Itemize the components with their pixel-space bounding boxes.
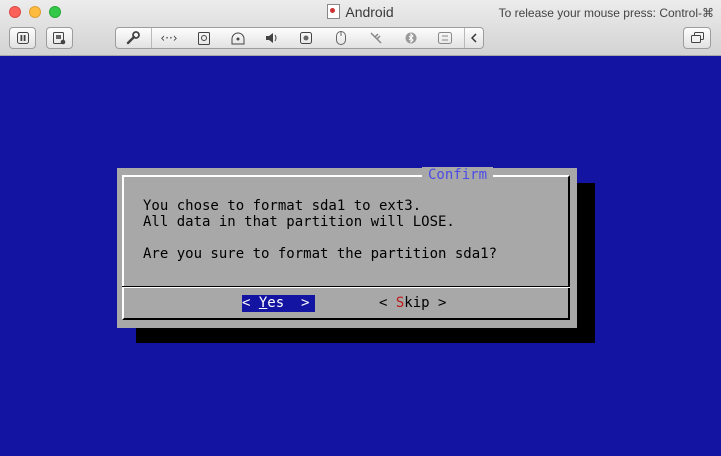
button-separator [122, 286, 570, 288]
yes-button[interactable]: < Yes > [242, 295, 315, 312]
window-title-text: Android [345, 4, 394, 20]
restore-window-icon [690, 32, 704, 43]
vm-app-icon [327, 4, 341, 19]
window-titlebar: Android To release your mouse press: Con… [0, 0, 721, 56]
wrench-icon[interactable] [118, 28, 148, 48]
network-icon[interactable]: ‹··› [154, 28, 184, 48]
dialog-message-line-2: All data in that partition will LOSE. [143, 214, 455, 230]
camera-icon[interactable] [291, 28, 321, 48]
optical-drive-icon[interactable] [223, 28, 253, 48]
hard-disk-icon[interactable] [189, 28, 219, 48]
dialog-message-line-1: You chose to format sda1 to ext3. [143, 198, 422, 214]
sharing-icon[interactable] [430, 28, 460, 48]
dialog-question: Are you sure to format the partition sda… [143, 246, 498, 262]
usb-icon[interactable] [361, 28, 391, 48]
mouse-icon[interactable] [326, 28, 356, 48]
snapshot-button[interactable] [46, 27, 73, 49]
snapshot-icon [53, 31, 66, 44]
device-toolbar: ‹··› [115, 27, 484, 49]
restore-window-button[interactable] [683, 27, 711, 49]
collapse-chevron-icon[interactable] [465, 28, 483, 48]
release-mouse-hint: To release your mouse press: Control-⌘ [498, 6, 714, 20]
dialog-title: Confirm [422, 167, 494, 183]
sound-icon[interactable] [257, 28, 287, 48]
pause-button[interactable] [9, 27, 36, 49]
skip-button[interactable]: < Skip > [379, 295, 452, 312]
vm-console-screen[interactable]: Confirm You chose to format sda1 to ext3… [0, 56, 721, 456]
pause-icon [16, 32, 29, 44]
bluetooth-icon[interactable] [396, 28, 426, 48]
confirm-dialog: Confirm You chose to format sda1 to ext3… [117, 167, 577, 328]
